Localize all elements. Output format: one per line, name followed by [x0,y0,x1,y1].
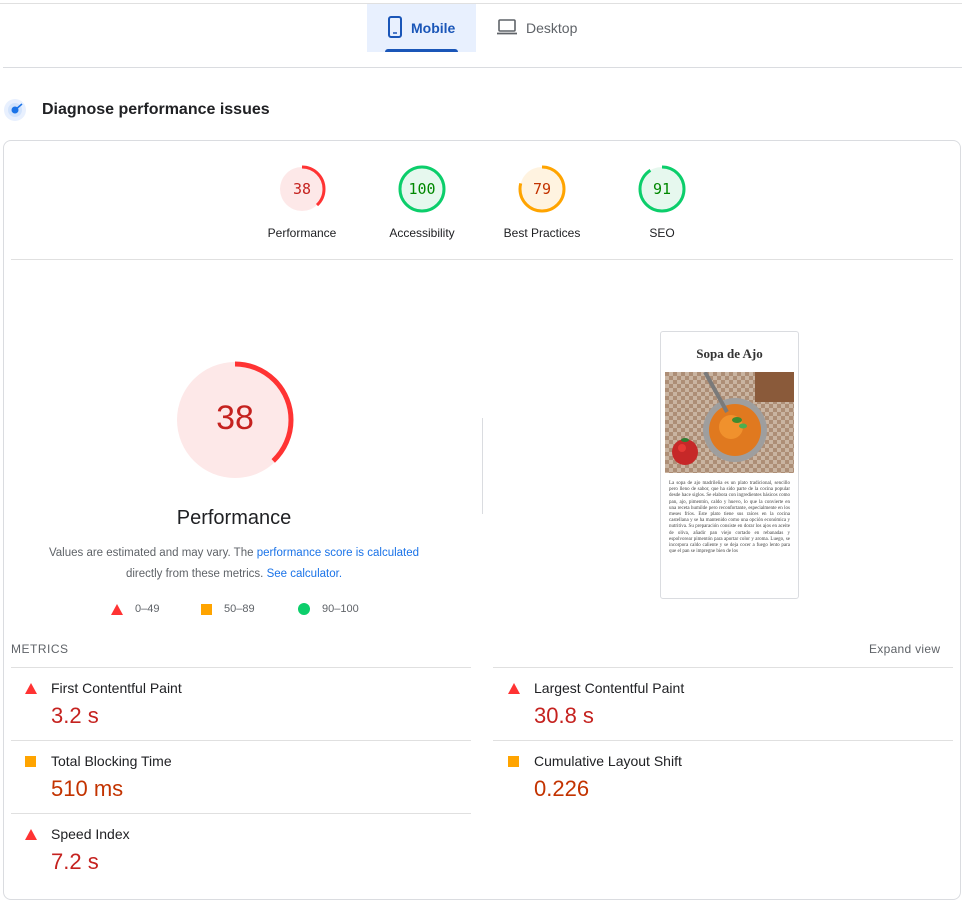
description-text-2: directly from these metrics. [125,568,267,580]
metrics-divider [11,740,471,741]
screenshot-title: Sopa de Ajo [696,346,763,361]
description-text-1: Values are estimated and may vary. The [48,547,257,559]
performance-title: Performance [176,507,292,529]
metric-value: 510 ms [51,776,124,801]
score-label: Performance [267,226,337,240]
score-seo[interactable]: 91 SEO [602,163,722,240]
triangle-icon [111,603,123,615]
legend-average: 50–89 [201,603,255,615]
metrics-header: METRICS [11,642,69,656]
laptop-icon [496,18,518,39]
score-best-practices[interactable]: 79 Best Practices [482,163,602,240]
legend-average-label: 50–89 [224,603,255,615]
score-label: SEO [649,226,675,240]
fail-triangle-icon [508,683,520,694]
metric-name: Largest Contentful Paint [534,680,685,696]
vertical-divider [482,418,483,514]
metric-name: First Contentful Paint [51,680,182,696]
performance-gauge-large: 38 [174,359,296,486]
legend-pass: 90–100 [298,603,359,615]
metric-value: 3.2 s [51,703,99,728]
average-square-icon [25,756,36,767]
scores-divider [11,259,953,260]
metric-name: Total Blocking Time [51,753,172,769]
fail-triangle-icon [25,829,37,840]
tab-mobile-label: Mobile [411,20,456,36]
final-screenshot: Sopa de Ajo La sopa de ajo madrileña es … [660,331,799,599]
tabs-divider [3,67,962,68]
metric-name: Speed Index [51,826,130,842]
see-calculator-link[interactable]: See calculator. [267,568,342,580]
score-description: Values are estimated and may vary. The p… [25,543,443,585]
gauge-seo: 91 [638,165,686,213]
metrics-divider [493,667,953,668]
score-accessibility[interactable]: 100 Accessibility [362,163,482,240]
score-value: 79 [533,180,551,198]
metrics-divider [493,740,953,741]
legend-fail-label: 0–49 [135,603,160,615]
legend-pass-label: 90–100 [322,603,359,615]
square-icon [201,603,212,615]
metric-value: 0.226 [534,776,590,801]
tab-mobile[interactable]: Mobile [367,4,476,52]
performance-score-link[interactable]: performance score is calculated [257,547,419,559]
fail-triangle-icon [25,683,37,694]
score-label: Accessibility [389,226,455,240]
score-value: 38 [293,180,311,198]
circle-icon [298,603,310,615]
expand-view-button[interactable]: Expand view [869,642,940,656]
metric-value: 7.2 s [51,849,99,874]
gauge-best-practices: 79 [518,165,566,213]
metric-value: 30.8 s [534,703,594,728]
score-label: Best Practices [503,226,581,240]
tab-desktop[interactable]: Desktop [476,4,597,52]
metrics-divider [11,813,471,814]
soup-image [665,372,794,473]
smartphone-icon [387,15,403,41]
gauge-performance: 38 [278,165,326,213]
metrics-divider [11,667,471,668]
metric-name: Cumulative Layout Shift [534,753,682,769]
score-value: 100 [408,180,435,198]
tab-desktop-label: Desktop [526,20,578,36]
gauge-accessibility: 100 [398,165,446,213]
performance-score-large: 38 [216,399,254,437]
score-performance[interactable]: 38 Performance [242,163,362,240]
average-square-icon [508,756,519,767]
section-title: Diagnose performance issues [42,101,270,118]
score-value: 91 [653,180,671,198]
diagnose-icon [3,98,27,122]
legend-fail: 0–49 [111,603,159,615]
screenshot-text: La sopa de ajo madrileña es un plato tra… [669,481,790,555]
device-tabs: Mobile Desktop [367,4,597,52]
